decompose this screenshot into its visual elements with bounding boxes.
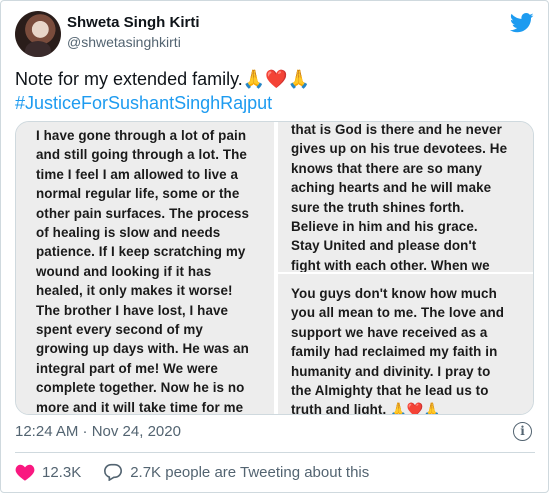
like-button[interactable]: 12.3K — [15, 463, 81, 481]
reply-tweeting-link[interactable]: 2.7K people are Tweeting about this — [103, 463, 369, 481]
note-image-right-bottom[interactable]: You guys don't know how much you all mea… — [278, 274, 533, 415]
author-name[interactable]: Shweta Singh Kirti — [67, 14, 200, 31]
author-handle[interactable]: @shwetasinghkirti — [67, 34, 181, 50]
note-right-bottom-text: You guys don't know how much you all mea… — [291, 286, 505, 415]
reply-text: 2.7K people are Tweeting about this — [130, 463, 370, 481]
tweet-text: Note for my extended family.🙏❤️🙏 #Justic… — [15, 67, 535, 115]
timestamp[interactable]: 12:24 AM · Nov 24, 2020 — [15, 423, 181, 440]
tweet-body: Note for my extended family.🙏❤️🙏 — [15, 69, 310, 89]
like-count: 12.3K — [42, 463, 82, 481]
tweet-card: Shweta Singh Kirti @shwetasinghkirti Not… — [0, 0, 549, 493]
note-left-text: I have gone through a lot of pain and st… — [36, 128, 250, 415]
hashtag-link[interactable]: #JusticeForSushantSinghRajput — [15, 91, 535, 115]
note-image-left[interactable]: I have gone through a lot of pain and st… — [16, 122, 274, 415]
twitter-bird-icon[interactable] — [510, 13, 534, 33]
info-icon[interactable]: i — [513, 422, 532, 441]
comment-icon — [104, 463, 123, 481]
note-right-top-text: that is God is there and he never gives … — [291, 122, 508, 272]
tweet-actions: 12.3K 2.7K people are Tweeting about thi… — [15, 463, 391, 481]
note-image-right-top[interactable]: that is God is there and he never gives … — [278, 122, 533, 272]
avatar[interactable] — [15, 11, 61, 57]
tweet-media[interactable]: I have gone through a lot of pain and st… — [15, 121, 534, 415]
heart-icon — [15, 464, 35, 481]
divider — [15, 452, 535, 453]
